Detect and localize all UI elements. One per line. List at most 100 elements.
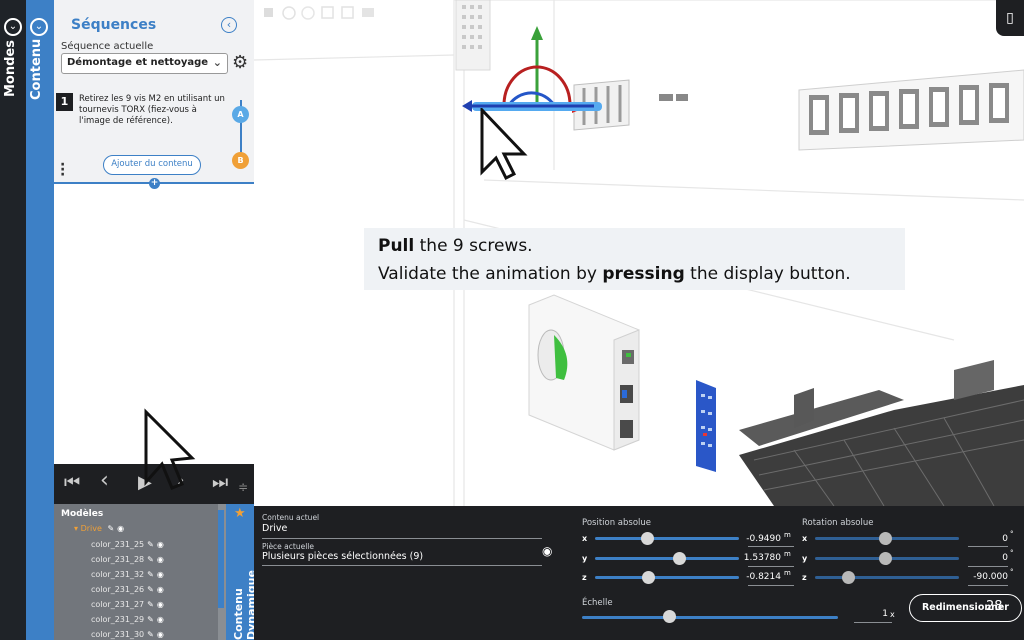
eye-icon[interactable]: ◉ (117, 524, 124, 533)
pencil-icon[interactable]: ✎ (147, 555, 154, 564)
position-x-axis: x (582, 534, 588, 543)
position-y-knob[interactable] (673, 552, 686, 565)
mondes-toggle-icon[interactable]: ⌄ (4, 18, 22, 36)
current-part-value[interactable]: Plusieurs pièces sélectionnées (9) (262, 551, 423, 562)
eye-icon[interactable]: ◉ (157, 615, 164, 624)
pencil-icon[interactable]: ✎ (147, 615, 154, 624)
chevron-left-icon[interactable]: ‹ (221, 17, 237, 33)
position-z-value[interactable]: -0.8214 (733, 572, 781, 582)
gear-icon[interactable]: ⚙ (232, 53, 248, 73)
rotation-y-knob[interactable] (879, 552, 892, 565)
contenu-rail[interactable]: ⌄ Contenu (26, 0, 54, 640)
rotation-x-knob[interactable] (879, 532, 892, 545)
sequence-header: Séquences ‹ Séquence actuelle Démontage … (54, 0, 254, 189)
current-part-underline (262, 565, 542, 566)
scale-knob[interactable] (663, 610, 676, 623)
properties-panel: Contenu actuel Drive Pièce actuelle Plus… (254, 506, 1024, 640)
models-title: Modèles (61, 509, 104, 519)
dynamic-content-rail[interactable]: ★ Contenu Dynamique (226, 504, 258, 640)
scale-label: Échelle (582, 598, 613, 608)
skip-to-start-icon[interactable]: ⏮ (64, 473, 80, 493)
list-item[interactable]: color_231_26 ✎ ◉ (91, 585, 164, 594)
instruction-line-2: Validate the animation by pressing the d… (378, 264, 851, 284)
pencil-icon[interactable]: ✎ (147, 630, 154, 639)
position-x-knob[interactable] (641, 532, 654, 545)
models-scroll-thumb[interactable] (218, 510, 224, 608)
list-item[interactable]: color_231_30 ✎ ◉ (91, 630, 164, 639)
position-y-axis: y (582, 554, 588, 563)
scale-value[interactable]: 1 (838, 609, 888, 619)
list-item[interactable]: color_231_28 ✎ ◉ (91, 555, 164, 564)
position-label: Position absolue (582, 518, 652, 528)
screw-block (455, 0, 491, 71)
phone-icon[interactable]: ▯ (996, 0, 1024, 36)
position-y-slider[interactable] (595, 557, 739, 560)
connector-part (659, 94, 673, 101)
position-z-slider[interactable] (595, 576, 739, 579)
badge-a[interactable]: A (232, 106, 249, 123)
step-text[interactable]: Retirez les 9 vis M2 en utilisant un tou… (79, 94, 229, 127)
reorder-icon[interactable]: ≑ (238, 477, 248, 497)
sequence-select-value: Démontage et nettoyage (67, 57, 209, 68)
sequence-select[interactable]: Démontage et nettoyage ⌄ (61, 53, 228, 74)
rotation-label: Rotation absolue (802, 518, 874, 528)
list-item[interactable]: color_231_32 ✎ ◉ (91, 570, 164, 579)
eye-icon[interactable]: ◉ (157, 540, 164, 549)
eye-icon[interactable]: ◉ (157, 570, 164, 579)
scale-slider[interactable] (582, 616, 838, 619)
rotation-x-axis: x (802, 534, 808, 543)
list-item[interactable]: color_231_25 ✎ ◉ (91, 540, 164, 549)
list-item[interactable]: color_231_29 ✎ ◉ (91, 615, 164, 624)
rotation-z-value[interactable]: -90.000 (960, 572, 1008, 582)
step-number[interactable]: 1 (56, 93, 73, 111)
eye-icon[interactable]: ◉ (157, 600, 164, 609)
star-icon[interactable]: ★ (234, 506, 246, 521)
add-step-button[interactable]: + (149, 178, 160, 189)
rotation-y-value[interactable]: 0 (960, 553, 1008, 563)
current-content-underline (262, 538, 542, 539)
eye-icon[interactable]: ◉ (157, 555, 164, 564)
cable-tray (739, 360, 1024, 506)
badge-b[interactable]: B (232, 152, 249, 169)
current-part-label: Pièce actuelle (262, 542, 314, 551)
mondes-rail[interactable]: ⌄ Mondes (0, 0, 26, 640)
drive-device (528, 294, 640, 451)
contenu-toggle-icon[interactable]: ⌄ (30, 18, 48, 36)
eye-icon[interactable]: ◉ (157, 630, 164, 639)
pencil-icon[interactable]: ✎ (147, 585, 154, 594)
viewport-toolbar[interactable] (264, 6, 374, 20)
rotation-x-underline (968, 546, 1008, 547)
rotation-z-unit: ° (1010, 568, 1014, 576)
pencil-icon[interactable]: ✎ (147, 600, 154, 609)
sequence-panel: Séquences ‹ Séquence actuelle Démontage … (54, 0, 254, 464)
rotation-z-axis: z (802, 573, 807, 582)
caret-down-icon: ▾ (74, 524, 79, 533)
position-x-value[interactable]: -0.9490 (733, 534, 781, 544)
eye-icon[interactable]: ◉ (542, 544, 552, 558)
pencil-icon[interactable]: ✎ (147, 570, 154, 579)
more-options-icon[interactable]: · · · (60, 158, 65, 182)
add-content-button[interactable]: Ajouter du contenu (103, 155, 201, 175)
skip-to-end-icon[interactable]: ⏭ (212, 473, 228, 493)
din-rail (798, 69, 1024, 151)
resize-button[interactable]: Redimensionner (909, 594, 1022, 622)
previous-icon[interactable]: ‹ (100, 470, 109, 492)
rotation-y-axis: y (802, 554, 808, 563)
position-z-knob[interactable] (642, 571, 655, 584)
rotation-y-unit: ° (1010, 549, 1014, 557)
scale-unit: x (890, 610, 895, 619)
position-x-underline (748, 546, 794, 547)
rotation-z-knob[interactable] (842, 571, 855, 584)
position-x-slider[interactable] (595, 537, 739, 540)
eye-icon[interactable]: ◉ (157, 585, 164, 594)
io-module (696, 380, 716, 472)
pencil-icon[interactable]: ✎ (147, 540, 154, 549)
position-y-value[interactable]: 1.53780 (733, 553, 781, 563)
pencil-icon[interactable]: ✎ (107, 524, 114, 533)
rotation-z-slider[interactable] (815, 576, 959, 579)
rotation-x-value[interactable]: 0 (960, 534, 1008, 544)
model-root[interactable]: ▾ Drive ✎ ◉ (74, 524, 124, 533)
position-z-axis: z (582, 573, 587, 582)
list-item[interactable]: color_231_27 ✎ ◉ (91, 600, 164, 609)
position-y-underline (748, 566, 794, 567)
